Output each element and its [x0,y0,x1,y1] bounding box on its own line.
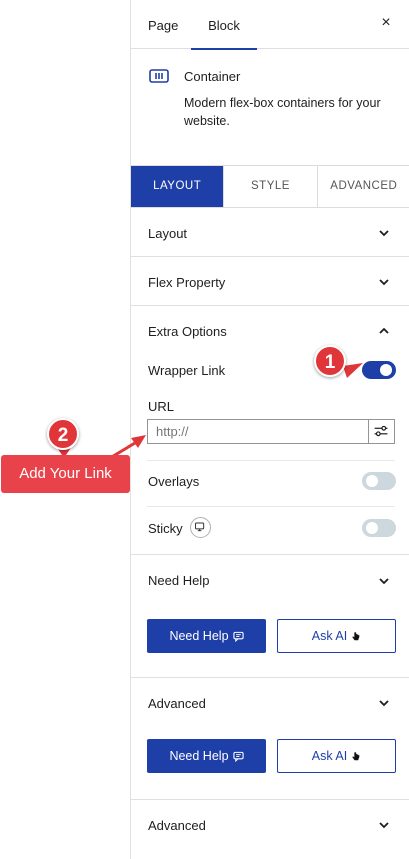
need-help-button[interactable]: Need Help [147,619,266,653]
close-icon[interactable]: × [377,14,395,32]
inspector-subtabs: LAYOUT STYLE ADVANCED [131,165,409,208]
pointer-hand-icon [352,752,360,761]
section-advanced-1[interactable]: Advanced [131,678,409,727]
sticky-toggle[interactable] [362,519,396,537]
divider [147,460,395,461]
container-icon [149,69,169,83]
ask-ai-button-label: Ask AI [311,629,348,643]
toggle-knob [380,364,392,376]
toggle-knob [366,522,378,534]
divider [147,506,395,507]
section-label-flex-property: Flex Property [148,275,226,290]
sidebar-header-tabs: Page Block × [131,0,409,50]
chevron-down-icon [379,578,389,585]
subtab-style[interactable]: STYLE [224,166,318,207]
section-flex-property[interactable]: Flex Property [131,257,409,306]
section-label-extra-options: Extra Options [148,324,227,339]
annotation-callout: Add Your Link [1,455,130,493]
section-label-advanced: Advanced [148,696,206,711]
ask-ai-button[interactable]: Ask AI [277,619,396,653]
wrapper-link-toggle[interactable] [362,361,396,379]
ask-ai-button-2[interactable]: Ask AI [277,739,396,773]
section-label-layout: Layout [148,226,188,241]
chevron-down-icon [379,230,389,237]
block-info-card: Container Modern flex-box containers for… [131,49,409,149]
link-settings-button[interactable] [368,419,395,444]
responsive-monitor-icon[interactable] [190,517,211,538]
chevron-down-icon [379,822,389,829]
subtab-advanced[interactable]: ADVANCED [318,166,409,207]
section-layout[interactable]: Layout [131,208,409,257]
overlays-toggle[interactable] [362,472,396,490]
need-help-button-label: Need Help [169,629,229,643]
annotation-badge-1: 1 [314,345,346,377]
annotation-badge-2: 2 [47,418,79,450]
section-divider [131,554,409,555]
tab-page[interactable]: Page [148,0,178,49]
section-need-help[interactable]: Need Help [131,556,409,605]
chat-icon [232,632,244,643]
sticky-label: Sticky [148,521,183,536]
section-advanced-2[interactable]: Advanced [131,800,409,849]
chat-icon [232,752,244,763]
need-help-button-2[interactable]: Need Help [147,739,266,773]
section-label-need-help: Need Help [148,573,210,588]
chevron-down-icon [379,700,389,707]
url-input[interactable] [147,419,368,444]
url-label: URL [148,399,175,414]
block-settings-panel: Page Block × Container Modern flex-box c… [130,0,409,859]
section-label-advanced: Advanced [148,818,206,833]
monitor-icon [195,522,205,532]
sliders-icon [374,425,388,437]
wrapper-link-label: Wrapper Link [148,363,226,378]
chevron-up-icon [379,327,389,334]
section-extra-options[interactable]: Extra Options [131,306,409,355]
block-description: Modern flex-box containers for your webs… [184,96,381,128]
toggle-knob [366,475,378,487]
tab-block[interactable]: Block [191,0,257,50]
pointer-hand-icon [352,632,360,641]
ask-ai-button-label: Ask AI [311,749,348,763]
subtab-layout[interactable]: LAYOUT [131,166,225,207]
overlays-label: Overlays [148,474,200,489]
chevron-down-icon [379,279,389,286]
block-title: Container [184,69,241,84]
need-help-button-label: Need Help [169,749,229,763]
